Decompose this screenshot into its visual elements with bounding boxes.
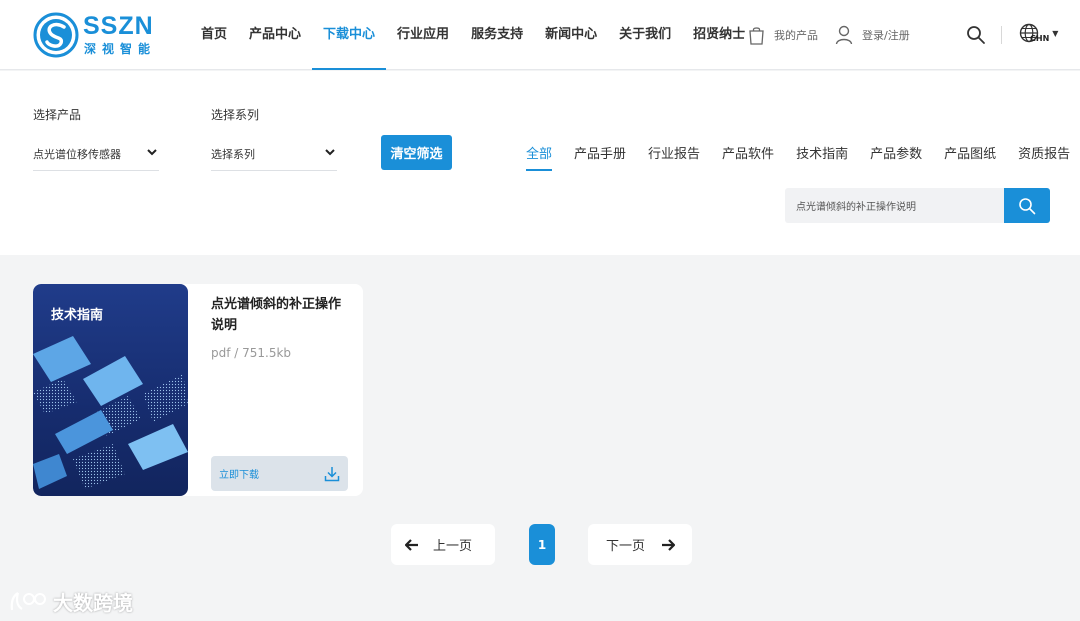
nav-item-about[interactable]: 关于我们 [608,0,682,70]
shopping-bag-icon [749,26,764,45]
next-page-label: 下一页 [606,539,646,554]
prev-page-button[interactable]: 上一页 [391,524,495,565]
watermark-text: 大数跨境 [53,591,133,615]
main-nav: 首页 产品中心 下载中心 行业应用 服务支持 新闻中心 关于我们 招贤纳士 [190,0,756,70]
logo-mark-icon [33,12,79,58]
clear-filter-button[interactable]: 清空筛选 [381,135,452,170]
product-select-label: 选择产品 [33,108,82,122]
login-link[interactable]: 登录/注册 [835,0,910,70]
brand-name: SSZN [83,12,154,40]
nav-item-careers[interactable]: 招贤纳士 [682,0,756,70]
brand-logo[interactable]: SSZN 深视智能 [33,12,163,58]
nav-item-products[interactable]: 产品中心 [238,0,312,70]
watermark: 大数跨境 [9,587,133,616]
document-meta: pdf / 751.5kb [211,346,292,360]
search-submit-button[interactable] [1004,188,1050,223]
language-selector[interactable]: CHN ▼ [1019,22,1058,43]
search-icon [1019,197,1036,214]
prev-page-label: 上一页 [433,539,473,554]
document-title[interactable]: 点光谱倾斜的补正操作说明 [211,294,351,336]
tab-industry-reports[interactable]: 行业报告 [637,133,711,171]
tab-manuals[interactable]: 产品手册 [563,133,637,171]
page-number-current[interactable]: 1 [529,524,555,565]
brand-subtitle: 深视智能 [84,42,157,56]
product-select-value: 点光谱位移传感器 [33,147,121,161]
nav-item-service[interactable]: 服务支持 [460,0,534,70]
series-select[interactable]: 选择系列 [211,137,337,171]
download-label: 立即下载 [219,470,259,481]
arrow-right-icon [662,538,676,551]
search-input-value: 点光谱倾斜的补正操作说明 [796,202,916,213]
header-divider [1001,26,1002,44]
tab-tech-guides[interactable]: 技术指南 [785,133,859,171]
tab-software[interactable]: 产品软件 [711,133,785,171]
header-search-button[interactable] [966,25,986,49]
login-label: 登录/注册 [862,29,910,42]
site-header: SSZN 深视智能 首页 产品中心 下载中心 行业应用 服务支持 新闻中心 关于… [0,0,1080,70]
filter-panel: 选择产品 点光谱位移传感器 选择系列 选择系列 清空筛选 全部 产品手册 行业报… [0,71,1080,255]
next-page-button[interactable]: 下一页 [588,524,692,565]
nav-item-home[interactable]: 首页 [190,0,238,70]
my-products-link[interactable]: 我的产品 [748,0,818,70]
tab-parameters[interactable]: 产品参数 [859,133,933,171]
category-tabs: 全部 产品手册 行业报告 产品软件 技术指南 产品参数 产品图纸 资质报告 [515,133,1080,171]
document-card[interactable]: 技术指南 点光谱倾斜的补正操作说明 pdf / 751.5kb 立即下载 [33,284,363,496]
tab-all[interactable]: 全部 [515,133,563,171]
my-products-label: 我的产品 [774,29,818,42]
watermark-logo-icon [10,591,46,610]
nav-item-industry[interactable]: 行业应用 [386,0,460,70]
series-select-label: 选择系列 [211,108,260,122]
nav-item-news[interactable]: 新闻中心 [534,0,608,70]
caret-down-icon: ▼ [1052,29,1059,38]
download-button[interactable]: 立即下载 [211,456,348,491]
user-icon [835,25,853,45]
product-select[interactable]: 点光谱位移传感器 [33,137,159,171]
cover-category-label: 技术指南 [51,308,104,323]
series-select-value: 选择系列 [211,147,255,161]
download-icon [324,466,340,481]
arrow-left-icon [405,538,418,551]
document-cover: 技术指南 [33,284,188,496]
search-input[interactable]: 点光谱倾斜的补正操作说明 [785,188,1005,223]
chevron-down-icon [325,148,335,159]
search-icon [967,26,985,44]
tab-certifications[interactable]: 资质报告 [1007,133,1080,171]
language-label: CHN [1030,34,1050,43]
tab-drawings[interactable]: 产品图纸 [933,133,1007,171]
nav-item-downloads[interactable]: 下载中心 [312,0,387,70]
chevron-down-icon [147,148,157,159]
